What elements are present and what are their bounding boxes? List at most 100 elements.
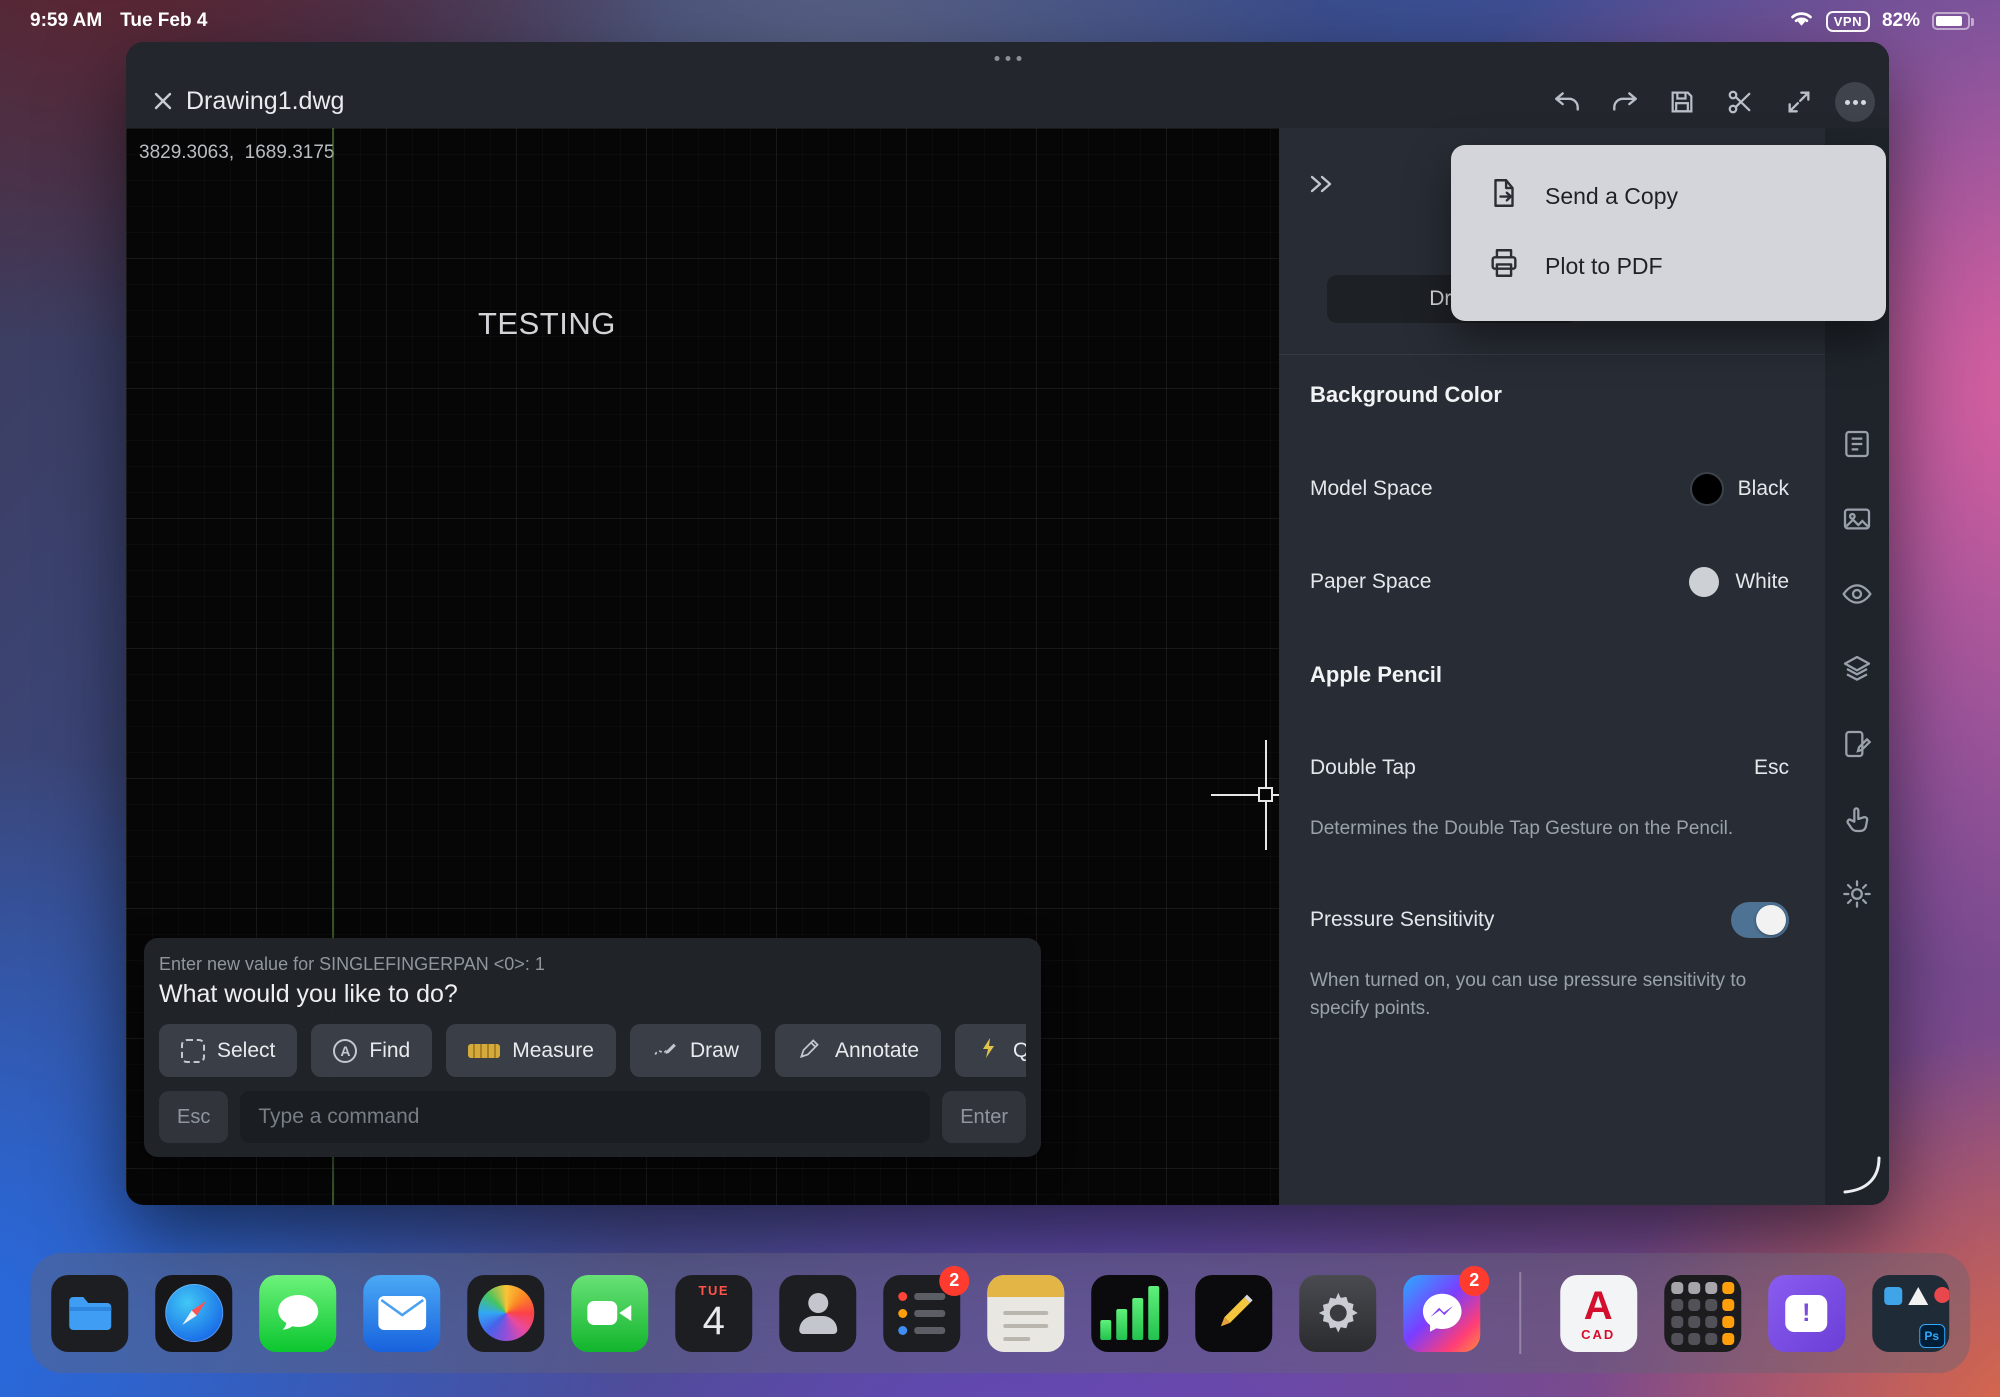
dock-app-photoshop[interactable]: Ps — [1872, 1275, 1949, 1352]
dock-app-chart[interactable] — [1091, 1275, 1168, 1352]
selection-box-icon — [181, 1039, 205, 1063]
double-tap-value: Esc — [1754, 756, 1789, 780]
command-input-row: Esc Enter — [159, 1091, 1026, 1143]
dock-divider — [1519, 1272, 1521, 1354]
dock-app-calendar[interactable]: TUE4 — [675, 1275, 752, 1352]
context-menu: Send a Copy Plot to PDF — [1451, 145, 1886, 321]
command-input[interactable] — [240, 1091, 930, 1143]
command-actions-row: Select A Find Measure Draw — [159, 1024, 1026, 1077]
battery-percent: 82% — [1882, 10, 1920, 32]
paper-space-value: White — [1735, 570, 1789, 594]
panel-divider — [1279, 354, 1825, 355]
pressure-sensitivity-description: When turned on, you can use pressure sen… — [1310, 967, 1750, 1023]
dock-app-messenger[interactable]: 2 — [1403, 1275, 1480, 1352]
undo-button[interactable] — [1544, 79, 1590, 125]
vpn-badge: VPN — [1826, 11, 1870, 32]
dock-app-reminders[interactable]: 2 — [883, 1275, 960, 1352]
menu-item-plot-to-pdf[interactable]: Plot to PDF — [1451, 231, 1886, 301]
dock-app-notes[interactable] — [987, 1275, 1064, 1352]
layers-icon[interactable] — [1840, 653, 1874, 687]
esc-button[interactable]: Esc — [159, 1091, 228, 1143]
command-question-text: What would you like to do? — [159, 980, 1026, 1009]
dock-app-safari[interactable] — [155, 1275, 232, 1352]
find-button[interactable]: A Find — [311, 1024, 432, 1077]
page-edit-icon[interactable] — [1840, 728, 1874, 762]
status-time: 9:59 AM — [30, 10, 102, 32]
ipad-screen: 9:59 AM Tue Feb 4 VPN 82% Drawing1.dwg — [0, 0, 2000, 1397]
more-options-button[interactable] — [1832, 79, 1878, 125]
pressure-sensitivity-label: Pressure Sensitivity — [1310, 908, 1494, 932]
dock-app-files[interactable] — [51, 1275, 128, 1352]
dock-app-messages[interactable] — [259, 1275, 336, 1352]
cut-tool-button[interactable] — [1717, 79, 1763, 125]
select-button[interactable]: Select — [159, 1024, 297, 1077]
visibility-eye-icon[interactable] — [1840, 578, 1874, 612]
circled-a-icon: A — [333, 1039, 357, 1063]
coordinates-readout: 3829.3063, 1689.3175 — [139, 142, 334, 164]
bar-chart-icon — [1100, 1286, 1159, 1340]
paper-space-label: Paper Space — [1310, 570, 1431, 594]
gear-icon — [1311, 1286, 1365, 1340]
dock-app-drawing[interactable] — [1195, 1275, 1272, 1352]
pressure-sensitivity-toggle[interactable] — [1731, 902, 1789, 938]
dock-app-purple-chat[interactable]: ! — [1768, 1275, 1845, 1352]
dock-app-photos[interactable] — [467, 1275, 544, 1352]
fullscreen-button[interactable] — [1776, 79, 1822, 125]
canvas-drawing-text: TESTING — [478, 306, 616, 342]
draw-button[interactable]: Draw — [630, 1024, 761, 1077]
drawing-canvas[interactable]: 3829.3063, 1689.3175 TESTING Enter new v… — [126, 128, 1279, 1205]
command-panel: Enter new value for SINGLEFINGERPAN <0>:… — [144, 938, 1041, 1157]
alert-bubble-icon: ! — [1785, 1295, 1827, 1332]
model-space-label: Model Space — [1310, 477, 1433, 501]
compass-icon — [165, 1284, 223, 1342]
status-date: Tue Feb 4 — [120, 10, 207, 32]
close-button[interactable] — [140, 78, 186, 124]
enter-button[interactable]: Enter — [942, 1091, 1026, 1143]
calculator-buttons-icon — [1671, 1282, 1734, 1345]
dock: TUE4 2 2 ACA — [30, 1253, 1970, 1373]
notification-badge: 2 — [939, 1266, 969, 1296]
pickbox — [1258, 787, 1273, 802]
window-titlebar: Drawing1.dwg — [126, 42, 1889, 128]
dock-app-settings[interactable] — [1299, 1275, 1376, 1352]
double-tap-description: Determines the Double Tap Gesture on the… — [1310, 815, 1733, 843]
ps-badge: Ps — [1919, 1324, 1945, 1348]
menu-item-send-a-copy[interactable]: Send a Copy — [1451, 161, 1886, 231]
photo-editor-art — [1884, 1287, 1949, 1305]
quick-button[interactable]: Qu — [955, 1024, 1026, 1077]
dock-app-calculator[interactable] — [1664, 1275, 1741, 1352]
pressure-sensitivity-row: Pressure Sensitivity — [1310, 902, 1789, 938]
redo-button[interactable] — [1602, 79, 1648, 125]
image-icon[interactable] — [1840, 503, 1874, 537]
save-button[interactable] — [1659, 79, 1705, 125]
reminders-list-icon — [898, 1292, 945, 1335]
annotate-button[interactable]: Annotate — [775, 1024, 941, 1077]
person-silhouette-icon — [799, 1293, 837, 1334]
command-prompt-text: Enter new value for SINGLEFINGERPAN <0>:… — [159, 954, 1026, 975]
dock-app-facetime[interactable] — [571, 1275, 648, 1352]
dock-app-autocad[interactable]: ACAD — [1560, 1275, 1637, 1352]
dock-app-mail[interactable] — [363, 1275, 440, 1352]
paper-space-row[interactable]: Paper Space White — [1310, 564, 1789, 600]
window-drag-handle[interactable] — [990, 52, 1025, 65]
draw-icon — [652, 1035, 678, 1067]
model-space-row[interactable]: Model Space Black — [1310, 471, 1789, 507]
notes-header-strip — [987, 1275, 1064, 1297]
printer-icon — [1487, 246, 1521, 286]
corner-swipe-indicator — [1839, 1152, 1885, 1203]
autocad-window: Drawing1.dwg 3829.3063, 1689.3175 — [126, 42, 1889, 1205]
collapse-panel-button[interactable] — [1301, 168, 1341, 202]
touch-gesture-icon[interactable] — [1840, 803, 1874, 837]
layouts-icon[interactable] — [1840, 428, 1874, 462]
measure-button[interactable]: Measure — [446, 1024, 616, 1077]
apple-pencil-header: Apple Pencil — [1310, 662, 1442, 688]
black-color-swatch — [1692, 474, 1722, 504]
settings-gear-icon[interactable] — [1840, 878, 1874, 912]
dock-app-contacts[interactable] — [779, 1275, 856, 1352]
photos-flower-icon — [478, 1285, 534, 1341]
ruler-icon — [468, 1044, 500, 1058]
double-tap-row[interactable]: Double Tap Esc — [1310, 752, 1789, 784]
ellipsis-icon — [1835, 82, 1875, 122]
notification-badge: 2 — [1459, 1266, 1489, 1296]
model-space-value: Black — [1738, 477, 1789, 501]
